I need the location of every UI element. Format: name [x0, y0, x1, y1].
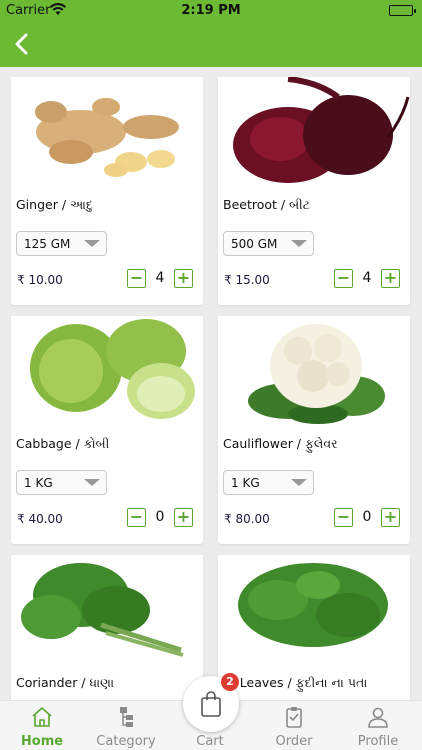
tab-profile-label: Profile [357, 734, 399, 749]
quantity-value: 4 [362, 270, 372, 286]
increase-quantity-button[interactable]: + [381, 269, 400, 288]
quantity-stepper: − 0 + [334, 508, 400, 528]
tab-profile[interactable]: Profile [336, 701, 420, 750]
dropdown-arrow-icon [84, 240, 100, 247]
increase-quantity-button[interactable]: + [174, 269, 193, 288]
category-icon [120, 707, 133, 727]
quantity-value: 4 [155, 270, 165, 286]
tab-cart-label: Cart [196, 734, 224, 749]
home-icon [32, 707, 52, 727]
product-card-cauliflower[interactable]: Cauliflower / ફુલેવર 1 KG ₹ 80.00 − 0 + [218, 316, 410, 544]
decrease-quantity-button[interactable]: − [127, 508, 146, 527]
beetroot-image [218, 77, 410, 187]
shopping-bag-icon [201, 691, 221, 717]
product-card-ginger[interactable]: Ginger / આદુ 125 GM ₹ 10.00 − 4 + [11, 77, 203, 305]
back-arrow-icon[interactable] [8, 29, 36, 59]
dropdown-arrow-icon [291, 479, 307, 486]
product-card-cabbage[interactable]: Cabbage / કોબી 1 KG ₹ 40.00 − 0 + [11, 316, 203, 544]
quantity-stepper: − 4 + [334, 269, 400, 289]
quantity-stepper: − 4 + [127, 269, 193, 289]
dropdown-arrow-icon [291, 240, 307, 247]
battery-icon [389, 5, 416, 16]
decrease-quantity-button[interactable]: − [334, 508, 353, 527]
product-price: ₹ 40.00 [17, 512, 63, 526]
status-bar: Carrier 2:19 PM [0, 0, 422, 22]
dropdown-arrow-icon [84, 479, 100, 486]
product-card-mint-leaves[interactable]: nt Leaves / ફુદીના ના પતા [218, 555, 410, 700]
quantity-value: 0 [362, 509, 372, 525]
quantity-value: 0 [155, 509, 165, 525]
product-grid: Ginger / આદુ 125 GM ₹ 10.00 − 4 + Beetro… [0, 67, 422, 700]
order-clipboard-icon [286, 707, 302, 728]
tab-order-label: Order [275, 734, 313, 749]
weight-select[interactable]: 125 GM [16, 231, 107, 256]
product-card-coriander[interactable]: Coriander / ધાણા [11, 555, 203, 700]
weight-select-value: 1 KG [24, 476, 53, 490]
decrease-quantity-button[interactable]: − [127, 269, 146, 288]
tab-home-label: Home [20, 734, 64, 749]
increase-quantity-button[interactable]: + [381, 508, 400, 527]
product-card-beetroot[interactable]: Beetroot / બીટ 500 GM ₹ 15.00 − 4 + [218, 77, 410, 305]
product-name: Beetroot / બીટ [223, 197, 310, 212]
tab-order[interactable]: Order [252, 701, 336, 750]
decrease-quantity-button[interactable]: − [334, 269, 353, 288]
weight-select[interactable]: 1 KG [223, 470, 314, 495]
weight-select[interactable]: 1 KG [16, 470, 107, 495]
product-name: Cabbage / કોબી [16, 436, 110, 451]
product-name: Ginger / આદુ [16, 197, 93, 212]
product-name: Cauliflower / ફુલેવર [223, 436, 338, 451]
product-name: nt Leaves / ફુદીના ના પતા [223, 675, 368, 690]
product-name: Coriander / ધાણા [16, 675, 115, 690]
weight-select-value: 125 GM [24, 237, 71, 251]
product-price: ₹ 10.00 [17, 273, 63, 287]
weight-select-value: 1 KG [231, 476, 260, 490]
app-header: Carrier 2:19 PM [0, 0, 422, 67]
product-price: ₹ 80.00 [224, 512, 270, 526]
increase-quantity-button[interactable]: + [174, 508, 193, 527]
status-time: 2:19 PM [181, 3, 241, 18]
weight-select[interactable]: 500 GM [223, 231, 314, 256]
cauliflower-image [218, 316, 410, 426]
cabbage-image [11, 316, 203, 426]
product-price: ₹ 15.00 [224, 273, 270, 287]
cart-count-badge: 2 [221, 673, 239, 691]
tab-category-label: Category [96, 734, 156, 749]
ginger-image [11, 77, 203, 187]
tab-category[interactable]: Category [84, 701, 168, 750]
mint-leaves-image [218, 555, 410, 665]
tab-home[interactable]: Home [0, 701, 84, 750]
coriander-image [11, 555, 203, 665]
weight-select-value: 500 GM [231, 237, 278, 251]
quantity-stepper: − 0 + [127, 508, 193, 528]
profile-icon [368, 707, 388, 728]
